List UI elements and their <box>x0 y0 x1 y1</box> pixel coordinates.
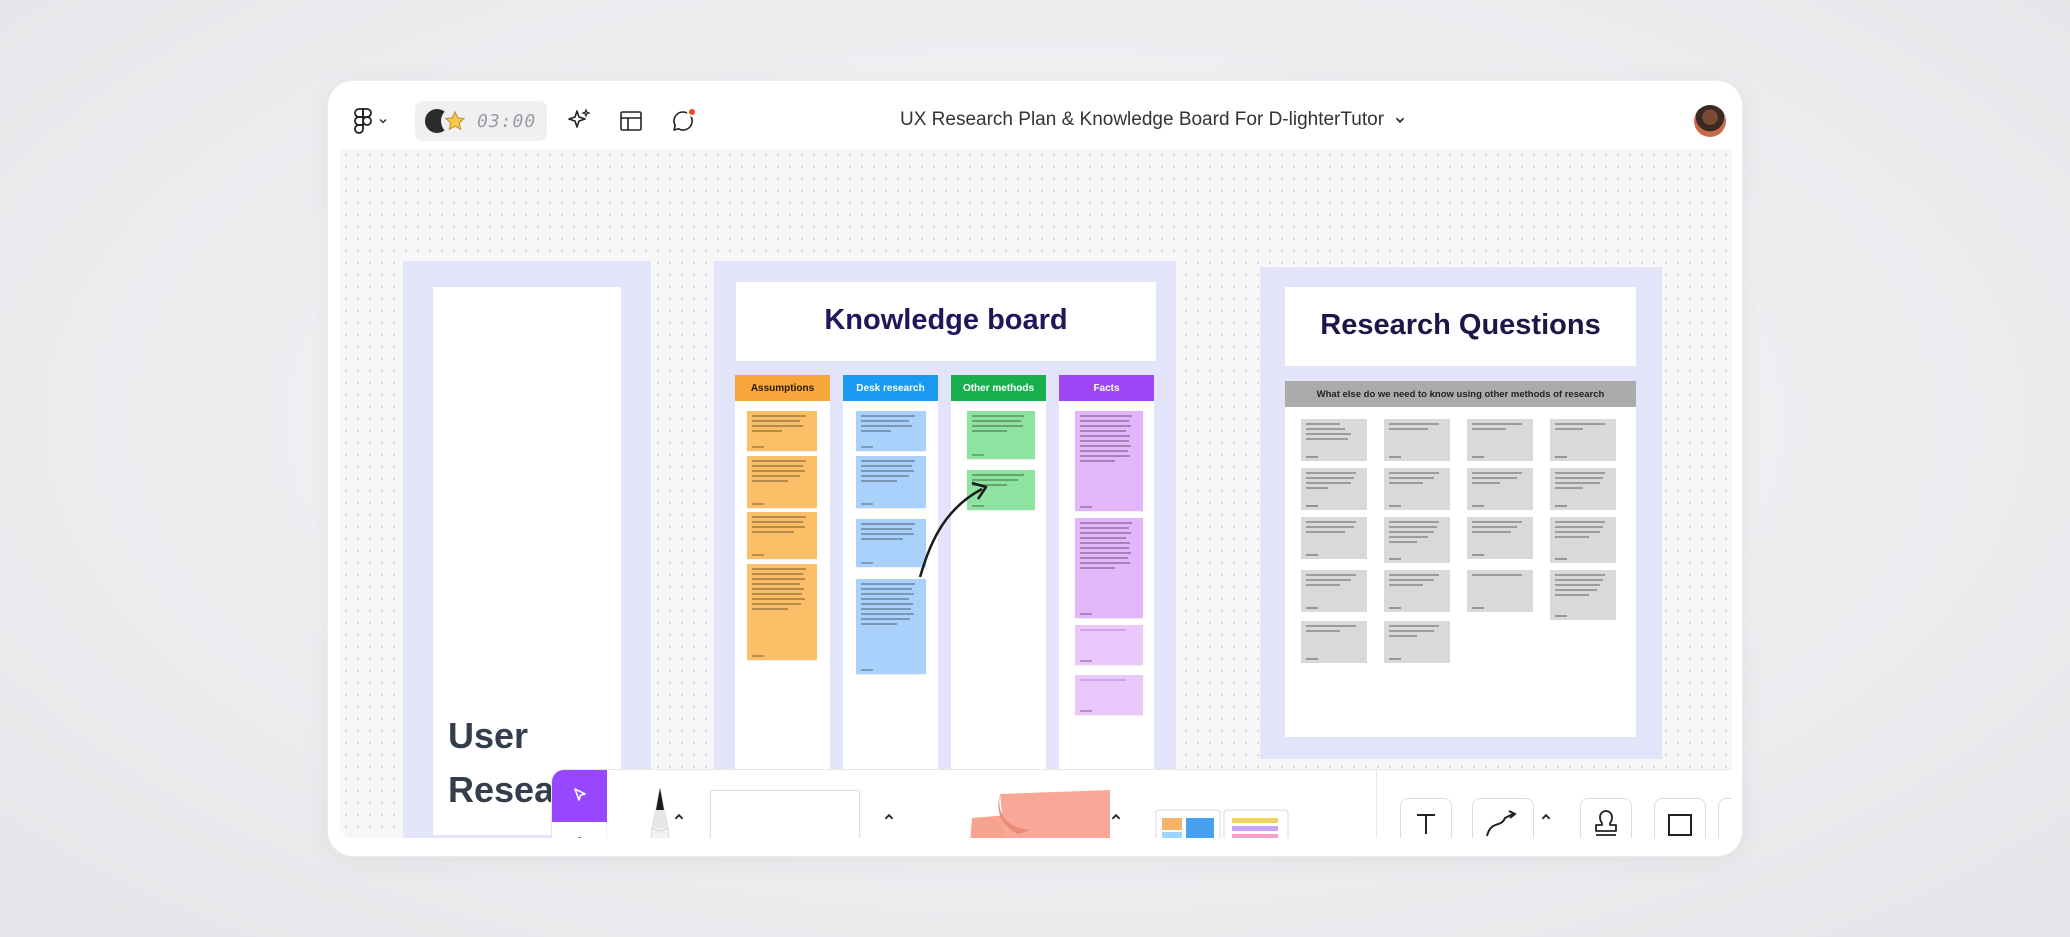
column-header-assumptions[interactable]: Assumptions <box>735 375 830 401</box>
chevron-down-icon <box>1395 117 1405 124</box>
sticky-options-button[interactable] <box>1107 808 1125 826</box>
sticky-note[interactable] <box>856 579 926 674</box>
pen-options-button[interactable] <box>670 808 688 826</box>
hand-tool-button[interactable] <box>552 822 607 838</box>
knowledge-board-header: Knowledge board <box>736 282 1156 361</box>
chevron-up-icon <box>1541 813 1551 820</box>
question-note[interactable] <box>1301 419 1367 461</box>
research-questions-banner: What else do we need to know using other… <box>1285 381 1636 407</box>
more-tools-button[interactable] <box>1718 798 1732 838</box>
question-note[interactable] <box>1550 419 1616 461</box>
section-icon <box>1668 814 1692 836</box>
top-bar: 03:00 UX Research Plan & Knowledge Board… <box>340 93 1732 149</box>
column-header-desk-research[interactable]: Desk research <box>843 375 938 401</box>
stamp-tool-button[interactable] <box>1580 798 1632 838</box>
question-note[interactable] <box>1467 517 1533 559</box>
chevron-up-icon <box>674 813 684 820</box>
research-questions-header: Research Questions <box>1285 287 1636 366</box>
text-tool-button[interactable] <box>1400 798 1452 838</box>
empty-sticky-note[interactable] <box>1075 625 1143 665</box>
research-questions-title: Research Questions <box>1320 309 1601 341</box>
toolbar-divider <box>1376 770 1377 838</box>
stamp-icon <box>1595 810 1617 836</box>
app-window: 03:00 UX Research Plan & Knowledge Board… <box>327 80 1743 857</box>
research-questions-section[interactable]: Research Questions What else do we need … <box>1260 267 1662 759</box>
sticky-note[interactable] <box>856 411 926 451</box>
sticky-note[interactable] <box>747 456 817 508</box>
question-note[interactable] <box>1384 517 1450 563</box>
sticky-note[interactable] <box>1075 411 1143 511</box>
question-note[interactable] <box>1550 517 1616 563</box>
timer-widget[interactable]: 03:00 <box>415 101 547 141</box>
shape-tool[interactable] <box>710 790 860 838</box>
question-note[interactable] <box>1384 419 1450 461</box>
question-note[interactable] <box>1301 468 1367 510</box>
question-note[interactable] <box>1301 570 1367 612</box>
app-frame: 03:00 UX Research Plan & Knowledge Board… <box>340 93 1732 838</box>
star-avatar-icon <box>441 107 469 135</box>
layout-button[interactable] <box>616 106 646 136</box>
connector-icon <box>1486 810 1517 837</box>
sparkle-icon <box>568 108 591 128</box>
comments-button[interactable] <box>668 106 698 136</box>
templates-tool[interactable] <box>1152 806 1292 838</box>
sticky-note[interactable] <box>967 411 1035 459</box>
sticky-note[interactable] <box>747 512 817 559</box>
question-note[interactable] <box>1301 517 1367 559</box>
connector-options-button[interactable] <box>1537 808 1555 826</box>
title-line-1: User <box>448 715 529 756</box>
sticky-note[interactable] <box>1075 518 1143 618</box>
collaborator-avatars <box>423 105 471 137</box>
empty-sticky-note[interactable] <box>1075 675 1143 715</box>
hand-icon <box>577 837 581 838</box>
question-note[interactable] <box>1550 570 1616 620</box>
shape-options-button[interactable] <box>880 808 898 826</box>
board-title-menu[interactable]: UX Research Plan & Knowledge Board For D… <box>900 109 1406 131</box>
chevron-up-icon <box>1111 813 1121 820</box>
column-header-other-methods[interactable]: Other methods <box>951 375 1046 401</box>
question-note[interactable] <box>1467 468 1533 510</box>
question-note[interactable] <box>1301 621 1367 663</box>
section-tool-button[interactable] <box>1654 798 1706 838</box>
column-header-facts[interactable]: Facts <box>1059 375 1154 401</box>
sticky-note[interactable] <box>747 411 817 451</box>
question-note[interactable] <box>1384 621 1450 663</box>
select-tool-button[interactable] <box>552 770 607 822</box>
question-note[interactable] <box>1467 419 1533 461</box>
sticky-note-tool[interactable] <box>960 788 1120 838</box>
user-avatar[interactable] <box>1694 105 1726 137</box>
bottom-toolbar <box>551 769 1732 838</box>
pointer-tools <box>552 770 607 838</box>
question-note[interactable] <box>1550 468 1616 510</box>
user-research-card: User Research <box>433 287 621 835</box>
timer-text: 03:00 <box>477 110 537 132</box>
question-note[interactable] <box>1384 570 1450 612</box>
main-menu-button[interactable] <box>354 108 388 134</box>
board-title: UX Research Plan & Knowledge Board For D… <box>900 109 1385 130</box>
knowledge-board-title: Knowledge board <box>824 304 1068 336</box>
cursor-icon <box>573 788 586 801</box>
question-note[interactable] <box>1467 570 1533 612</box>
text-tool-icon <box>1417 814 1435 834</box>
chevron-down-icon <box>379 118 387 124</box>
ai-button[interactable] <box>564 106 594 136</box>
whiteboard-canvas[interactable]: User Research Knowledge board Assumption… <box>340 149 1732 838</box>
user-research-section[interactable]: User Research <box>403 261 651 838</box>
layout-icon <box>620 111 642 131</box>
knowledge-board-section[interactable]: Knowledge board Assumptions Desk researc… <box>714 261 1176 838</box>
connector-arrow[interactable] <box>914 471 994 581</box>
chevron-up-icon <box>884 813 894 820</box>
connector-tool-button[interactable] <box>1472 798 1534 838</box>
sticky-note[interactable] <box>747 564 817 660</box>
notification-dot <box>687 107 697 117</box>
figma-logo-icon <box>354 108 372 134</box>
question-note[interactable] <box>1384 468 1450 510</box>
